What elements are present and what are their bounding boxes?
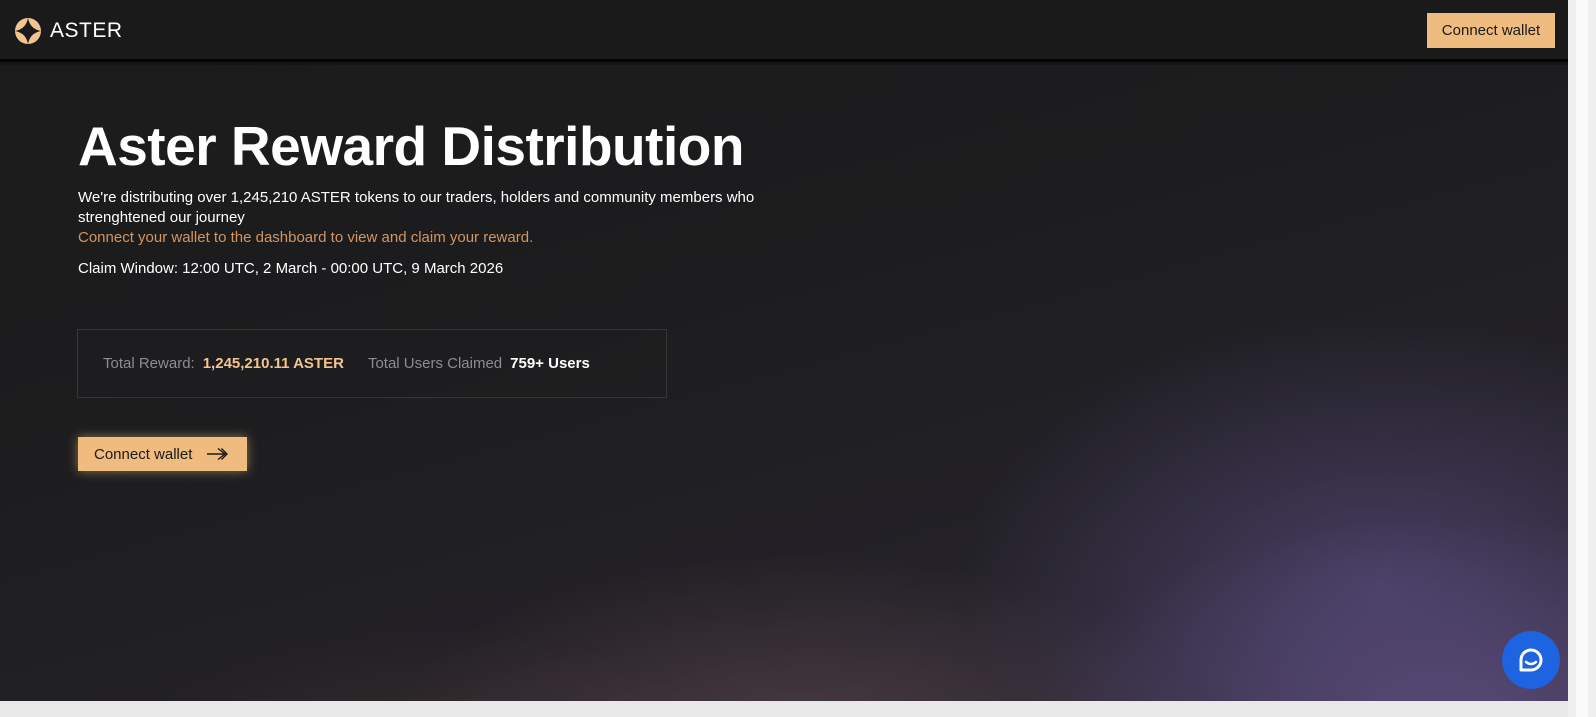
page-title: Aster Reward Distribution xyxy=(78,115,744,177)
header-connect-wallet-button[interactable]: Connect wallet xyxy=(1427,13,1555,48)
total-users-label: Total Users Claimed xyxy=(367,355,503,372)
hero-description: We're distributing over 1,245,210 ASTER … xyxy=(78,189,755,226)
bottom-edge xyxy=(0,701,1568,717)
hero-cta-text: Connect your wallet to the dashboard to … xyxy=(78,229,534,246)
stats-card: Total Reward: 1,245,210.11 ASTER Total U… xyxy=(77,329,667,398)
total-reward-value: 1,245,210.11 ASTER xyxy=(202,355,344,372)
scrollbar-thumb[interactable] xyxy=(1576,0,1588,717)
brand-name: ASTER xyxy=(50,19,123,42)
total-users-value: 759+ Users xyxy=(510,355,590,372)
chat-icon xyxy=(1519,648,1543,672)
total-reward-label: Total Reward: xyxy=(103,355,195,372)
top-navbar: ASTER Connect wallet xyxy=(0,0,1568,62)
arrow-right-icon xyxy=(207,447,229,461)
claim-window: Claim Window: 12:00 UTC, 2 March - 00:00… xyxy=(78,260,504,277)
connect-wallet-button[interactable]: Connect wallet xyxy=(78,437,247,471)
brand[interactable]: ASTER xyxy=(14,16,123,46)
hero-section: Aster Reward Distribution We're distribu… xyxy=(0,65,1568,701)
vertical-scrollbar[interactable] xyxy=(1568,0,1596,717)
chat-button[interactable] xyxy=(1502,631,1560,689)
page: Aster Reward Distribution We're distribu… xyxy=(0,0,1596,717)
connect-wallet-label: Connect wallet xyxy=(94,445,193,463)
aster-logo-icon xyxy=(15,18,41,44)
